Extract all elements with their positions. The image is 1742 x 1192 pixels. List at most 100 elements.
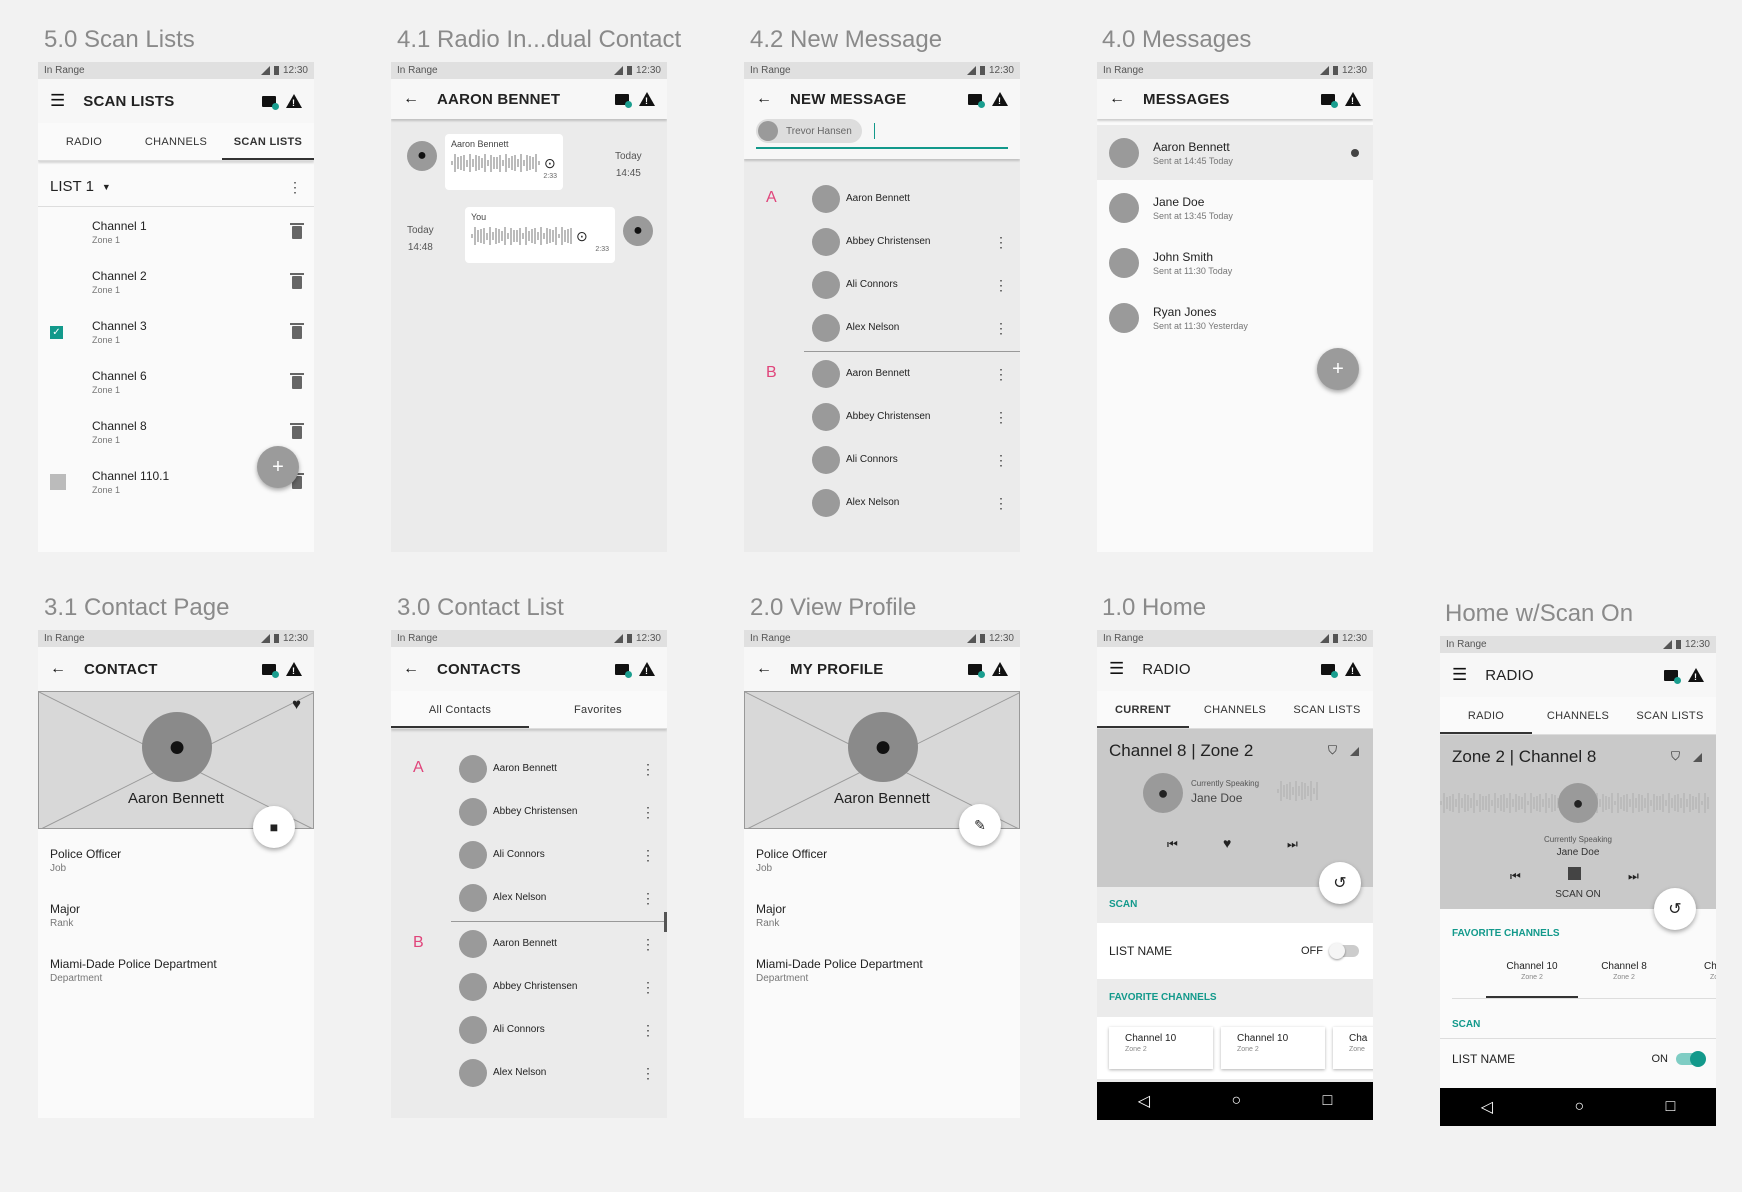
checkbox[interactable]: [50, 376, 63, 389]
warning-icon[interactable]: [1345, 92, 1361, 106]
menu-icon[interactable]: ☰: [1452, 665, 1467, 685]
message-alert-icon[interactable]: [1664, 669, 1681, 684]
menu-icon[interactable]: ☰: [50, 91, 65, 111]
recents-nav-icon[interactable]: □: [1666, 1098, 1676, 1116]
contact-row[interactable]: Aaron Bennett ⋮: [804, 352, 1020, 395]
play-icon[interactable]: ⊙: [576, 228, 588, 245]
tab-current[interactable]: CURRENT: [1097, 691, 1189, 728]
message-alert-icon[interactable]: [262, 663, 279, 678]
checkbox[interactable]: [50, 474, 66, 490]
message-row[interactable]: Aaron Bennett Sent at 14:45 Today: [1097, 125, 1373, 180]
more-vert-icon[interactable]: ⋮: [994, 367, 1008, 381]
back-icon[interactable]: ←: [50, 660, 66, 678]
more-vert-icon[interactable]: ⋮: [994, 496, 1008, 510]
trash-icon[interactable]: [290, 272, 304, 289]
recipient-chip[interactable]: Trevor Hansen: [756, 119, 862, 143]
history-button[interactable]: ↺: [1319, 862, 1361, 904]
heart-icon[interactable]: ♥: [1223, 835, 1231, 851]
more-vert-icon[interactable]: ⋮: [994, 410, 1008, 424]
message-row[interactable]: Ryan Jones Sent at 11:30 Yesterday: [1097, 290, 1373, 345]
more-vert-icon[interactable]: ⋮: [641, 848, 655, 862]
favorite-channel-card[interactable]: Cha Zone: [1333, 1027, 1373, 1069]
favorite-channel-tab[interactable]: Channel 8 Zone 2: [1578, 955, 1670, 998]
message-alert-icon[interactable]: [615, 663, 632, 678]
more-vert-icon[interactable]: ⋮: [641, 805, 655, 819]
contact-row[interactable]: Ali Connors ⋮: [744, 263, 1020, 306]
message-alert-icon[interactable]: [262, 95, 279, 110]
tab-channels[interactable]: CHANNELS: [130, 123, 222, 160]
more-vert-icon[interactable]: ⋮: [994, 321, 1008, 335]
warning-icon[interactable]: [286, 94, 302, 108]
message-alert-icon[interactable]: [615, 93, 632, 108]
warning-icon[interactable]: [992, 92, 1008, 106]
tab-radio[interactable]: RADIO: [1440, 697, 1532, 734]
more-vert-icon[interactable]: ⋮: [641, 891, 655, 905]
contact-row[interactable]: Alex Nelson ⋮: [391, 876, 667, 919]
heart-icon[interactable]: ♥: [292, 696, 301, 713]
stop-icon[interactable]: [1568, 867, 1581, 880]
list-item[interactable]: ✓ Channel 3 Zone 1: [38, 307, 314, 357]
contact-row[interactable]: Aaron Bennett ⋮: [451, 922, 667, 965]
contact-row[interactable]: Alex Nelson ⋮: [451, 1051, 667, 1094]
contact-row[interactable]: Abbey Christensen ⋮: [391, 790, 667, 833]
back-icon[interactable]: ←: [403, 90, 419, 108]
checkbox[interactable]: [50, 276, 63, 289]
tab-channels[interactable]: CHANNELS: [1189, 691, 1281, 728]
contact-row[interactable]: Aaron Bennett ⋮: [391, 747, 667, 790]
favorite-channel-card[interactable]: Channel 10 Zone 2: [1221, 1027, 1325, 1069]
tab-radio[interactable]: RADIO: [38, 123, 130, 160]
favorite-channel-tab[interactable]: Channel 10 Zone 2: [1486, 955, 1578, 998]
play-icon[interactable]: ⊙: [544, 155, 556, 172]
message-alert-icon[interactable]: [1321, 93, 1338, 108]
tab-favorites[interactable]: Favorites: [529, 691, 667, 728]
warning-icon[interactable]: [1345, 662, 1361, 676]
more-vert-icon[interactable]: ⋮: [994, 235, 1008, 249]
tab-scan-lists[interactable]: SCAN LISTS: [1281, 691, 1373, 728]
trash-icon[interactable]: [290, 422, 304, 439]
favorite-channel-tab[interactable]: Chan Zon: [1670, 955, 1716, 998]
favorite-channel-card[interactable]: Channel 10 Zone 2: [1109, 1027, 1213, 1069]
more-vert-icon[interactable]: ⋮: [994, 278, 1008, 292]
contact-row[interactable]: Aaron Bennett: [744, 177, 1020, 220]
message-alert-icon[interactable]: [1321, 663, 1338, 678]
skip-prev-icon[interactable]: ⏮: [1167, 837, 1178, 852]
message-alert-icon[interactable]: [968, 93, 985, 108]
message-row[interactable]: John Smith Sent at 11:30 Today: [1097, 235, 1373, 290]
tab-scan-lists[interactable]: SCAN LISTS: [222, 123, 314, 160]
list-item[interactable]: Channel 6 Zone 1: [38, 357, 314, 407]
checkbox[interactable]: [50, 226, 63, 239]
more-vert-icon[interactable]: ⋮: [641, 937, 655, 951]
chevron-down-icon[interactable]: ▼: [102, 182, 111, 192]
home-nav-icon[interactable]: ○: [1574, 1098, 1584, 1116]
back-icon[interactable]: ←: [756, 90, 772, 108]
tab-scan-lists[interactable]: SCAN LISTS: [1624, 697, 1716, 734]
contact-row[interactable]: Alex Nelson ⋮: [804, 481, 1020, 524]
history-button[interactable]: ↺: [1654, 888, 1696, 930]
back-icon[interactable]: ←: [756, 660, 772, 678]
contact-row[interactable]: Ali Connors ⋮: [451, 1008, 667, 1051]
warning-icon[interactable]: [639, 92, 655, 106]
voice-message-bubble[interactable]: You ⊙ 2:33: [465, 207, 615, 263]
warning-icon[interactable]: [1688, 668, 1704, 682]
contact-row[interactable]: Ali Connors ⋮: [804, 438, 1020, 481]
message-row[interactable]: Jane Doe Sent at 13:45 Today: [1097, 180, 1373, 235]
checkbox-checked[interactable]: ✓: [50, 325, 63, 339]
warning-icon[interactable]: [992, 662, 1008, 676]
back-nav-icon[interactable]: ◁: [1481, 1097, 1493, 1117]
back-nav-icon[interactable]: ◁: [1138, 1091, 1150, 1111]
list-selector[interactable]: LIST 1: [50, 178, 94, 195]
voice-message-bubble[interactable]: Aaron Bennett ⊙ 2:33: [445, 134, 563, 190]
skip-next-icon[interactable]: ⏭: [1628, 869, 1639, 884]
list-item[interactable]: Channel 2 Zone 1: [38, 257, 314, 307]
chat-button[interactable]: ■: [253, 806, 295, 848]
new-message-button[interactable]: +: [1317, 348, 1359, 390]
skip-prev-icon[interactable]: ⏮: [1510, 869, 1521, 884]
contact-row[interactable]: Ali Connors ⋮: [391, 833, 667, 876]
warning-icon[interactable]: [639, 662, 655, 676]
tab-all-contacts[interactable]: All Contacts: [391, 691, 529, 728]
text-cursor[interactable]: [873, 123, 875, 139]
menu-icon[interactable]: ☰: [1109, 659, 1124, 679]
contact-row[interactable]: Abbey Christensen ⋮: [744, 220, 1020, 263]
back-icon[interactable]: ←: [1109, 90, 1125, 108]
trash-icon[interactable]: [290, 322, 304, 339]
